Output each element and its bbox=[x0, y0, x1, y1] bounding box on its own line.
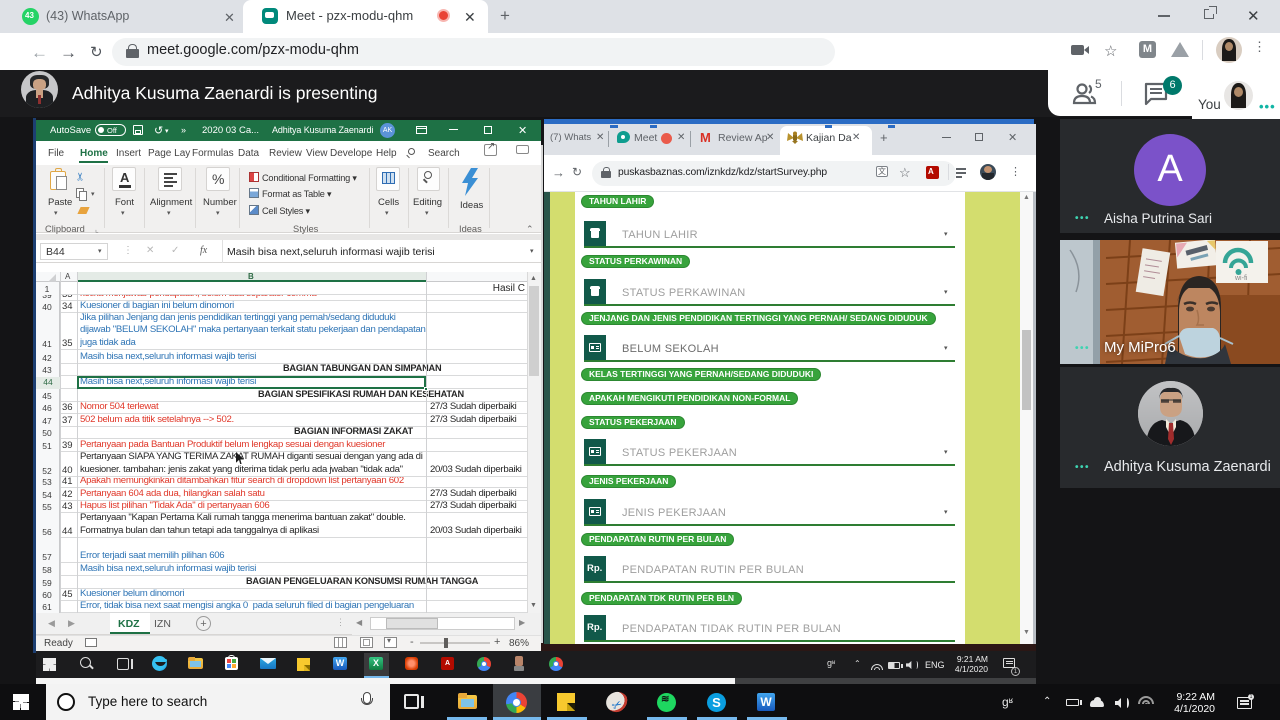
svg-text:wi-fi: wi-fi bbox=[1234, 275, 1248, 282]
